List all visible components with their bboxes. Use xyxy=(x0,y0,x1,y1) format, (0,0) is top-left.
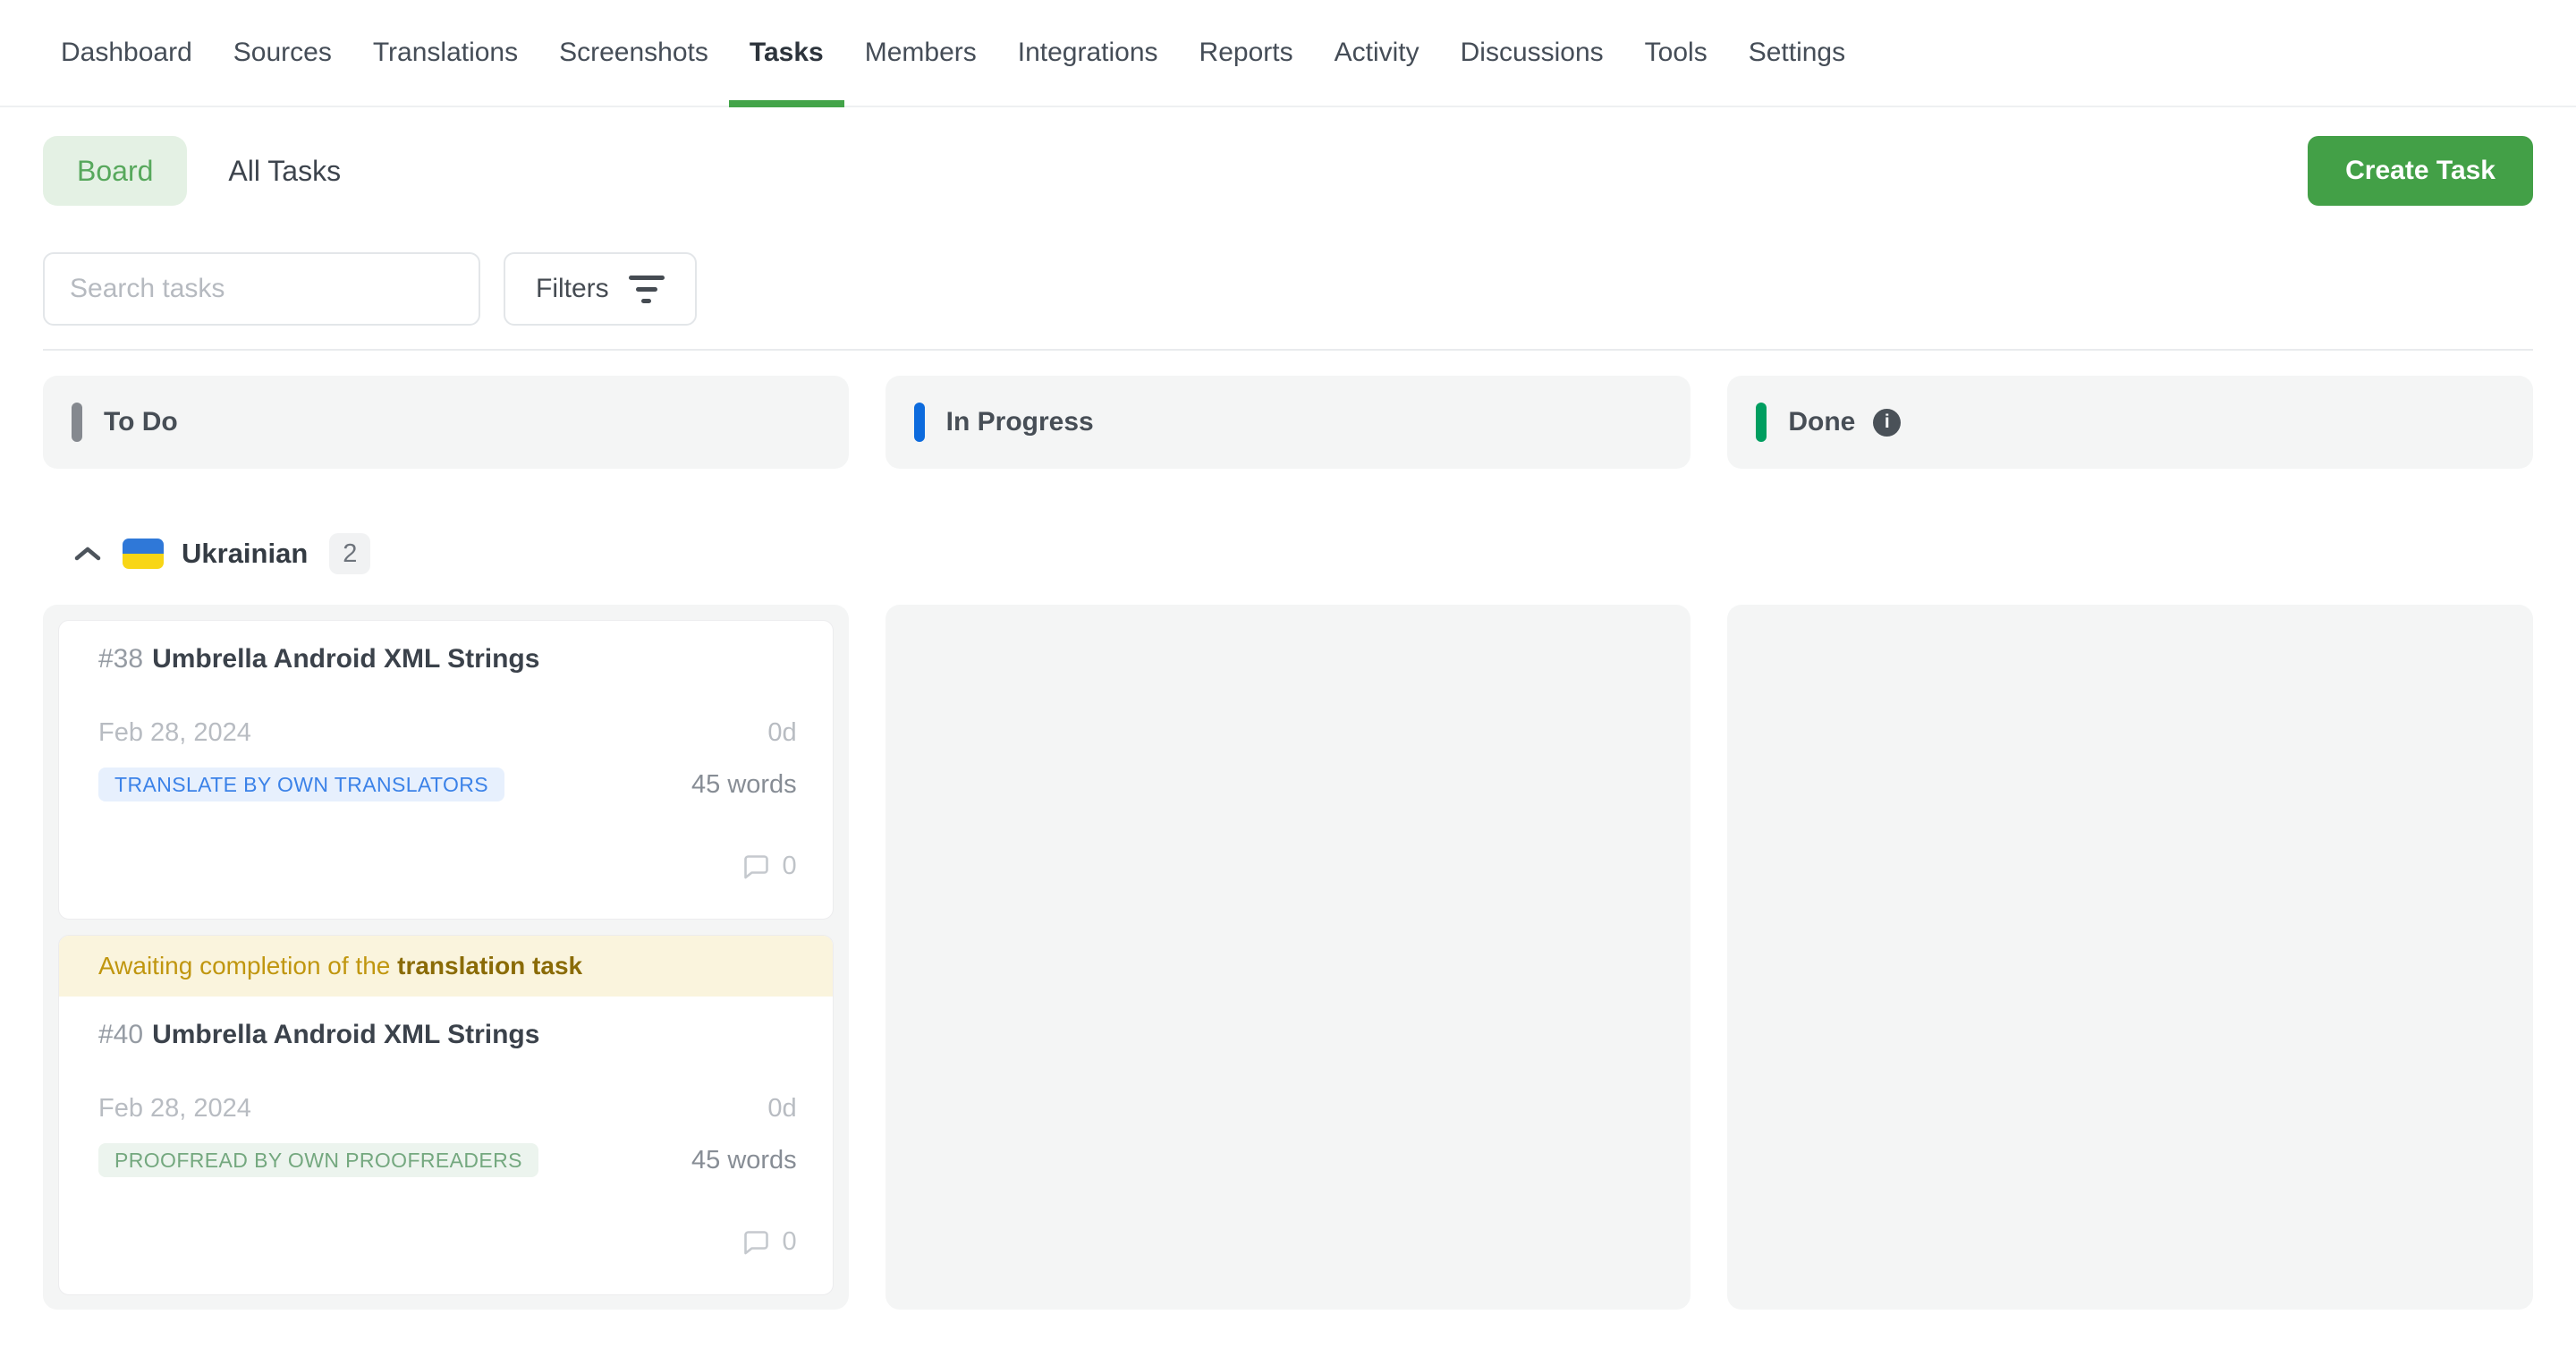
nav-item-settings[interactable]: Settings xyxy=(1749,0,1845,106)
task-badge-row: PROOFREAD BY OWN PROOFREADERS 45 words xyxy=(98,1143,797,1177)
comments-button[interactable]: 0 xyxy=(740,852,797,881)
task-card-body: #38 Umbrella Android XML Strings Feb 28, … xyxy=(59,621,833,919)
task-title-row: #38 Umbrella Android XML Strings xyxy=(98,644,797,674)
search-input[interactable] xyxy=(43,252,480,326)
filters-label: Filters xyxy=(536,274,609,304)
view-toolbar: Board All Tasks Create Task xyxy=(43,136,2533,206)
task-title: Umbrella Android XML Strings xyxy=(152,644,539,674)
filter-icon xyxy=(629,276,665,303)
filters-button[interactable]: Filters xyxy=(504,252,697,326)
column-body-done xyxy=(1727,605,2533,1310)
task-meta-row: Feb 28, 2024 0d xyxy=(98,719,797,746)
search-row: Filters xyxy=(43,252,2533,326)
nav-item-sources[interactable]: Sources xyxy=(233,0,332,106)
task-badge-row: TRANSLATE BY OWN TRANSLATORS 45 words xyxy=(98,768,797,801)
column-header-in-progress: In Progress xyxy=(886,376,1691,469)
in-progress-status-bar-icon xyxy=(914,403,925,442)
comment-count: 0 xyxy=(783,852,797,881)
info-icon[interactable]: i xyxy=(1873,409,1901,437)
nav-item-dashboard[interactable]: Dashboard xyxy=(61,0,192,106)
column-title: Done xyxy=(1788,407,1855,437)
comment-bubble-icon xyxy=(740,1228,770,1257)
tasks-board-page: Dashboard Sources Translations Screensho… xyxy=(0,0,2576,1357)
chevron-up-icon xyxy=(74,546,101,562)
tab-board[interactable]: Board xyxy=(43,136,187,206)
tab-all-tasks[interactable]: All Tasks xyxy=(228,155,341,188)
nav-item-screenshots[interactable]: Screenshots xyxy=(559,0,708,106)
ukraine-flag-icon xyxy=(123,539,164,569)
task-due-in: 0d xyxy=(767,1095,796,1122)
nav-item-integrations[interactable]: Integrations xyxy=(1018,0,1158,106)
nav-item-discussions[interactable]: Discussions xyxy=(1461,0,1604,106)
task-date: Feb 28, 2024 xyxy=(98,719,251,746)
task-card-body: #40 Umbrella Android XML Strings Feb 28, … xyxy=(59,997,833,1294)
task-card[interactable]: Awaiting completion of the translation t… xyxy=(58,935,834,1295)
collapse-group-button[interactable] xyxy=(74,546,101,562)
top-nav: Dashboard Sources Translations Screensho… xyxy=(0,0,2576,107)
column-header-done: Done i xyxy=(1727,376,2533,469)
task-meta-row: Feb 28, 2024 0d xyxy=(98,1095,797,1122)
task-date: Feb 28, 2024 xyxy=(98,1095,251,1122)
column-header-todo: To Do xyxy=(43,376,849,469)
task-title: Umbrella Android XML Strings xyxy=(152,1020,539,1049)
task-card-footer: 0 xyxy=(98,1227,797,1257)
column-title: In Progress xyxy=(946,407,1094,437)
toolbar-divider xyxy=(43,349,2533,351)
task-id: #40 xyxy=(98,1020,143,1049)
task-card-footer: 0 xyxy=(98,852,797,881)
nav-item-tasks[interactable]: Tasks xyxy=(750,0,824,106)
awaiting-banner: Awaiting completion of the translation t… xyxy=(59,936,833,997)
task-id: #38 xyxy=(98,644,143,674)
board-column-headers: To Do In Progress Done i xyxy=(43,376,2533,469)
group-language-name: Ukrainian xyxy=(182,538,308,570)
column-body-in-progress xyxy=(886,605,1691,1310)
task-word-count: 45 words xyxy=(691,770,797,800)
workflow-step-badge: TRANSLATE BY OWN TRANSLATORS xyxy=(98,768,504,801)
column-body-todo: #38 Umbrella Android XML Strings Feb 28, … xyxy=(43,605,849,1310)
task-title-row: #40 Umbrella Android XML Strings xyxy=(98,1020,797,1050)
awaiting-banner-text: Awaiting completion of the xyxy=(98,952,397,980)
workflow-step-badge: PROOFREAD BY OWN PROOFREADERS xyxy=(98,1143,538,1177)
comment-bubble-icon xyxy=(740,852,770,881)
create-task-button[interactable]: Create Task xyxy=(2308,136,2533,206)
board: #38 Umbrella Android XML Strings Feb 28, … xyxy=(43,605,2533,1310)
nav-item-reports[interactable]: Reports xyxy=(1199,0,1293,106)
task-card[interactable]: #38 Umbrella Android XML Strings Feb 28, … xyxy=(58,620,834,920)
nav-item-members[interactable]: Members xyxy=(865,0,977,106)
column-title: To Do xyxy=(104,407,178,437)
nav-item-activity[interactable]: Activity xyxy=(1335,0,1419,106)
todo-status-bar-icon xyxy=(72,403,82,442)
nav-item-translations[interactable]: Translations xyxy=(373,0,518,106)
task-due-in: 0d xyxy=(767,719,796,746)
comments-button[interactable]: 0 xyxy=(740,1227,797,1257)
task-word-count: 45 words xyxy=(691,1146,797,1175)
done-status-bar-icon xyxy=(1756,403,1767,442)
awaiting-banner-emphasis: translation task xyxy=(397,952,582,980)
group-task-count-badge: 2 xyxy=(329,533,370,574)
language-group-header: Ukrainian 2 xyxy=(74,533,2533,574)
nav-item-tools[interactable]: Tools xyxy=(1645,0,1707,106)
comment-count: 0 xyxy=(783,1227,797,1257)
